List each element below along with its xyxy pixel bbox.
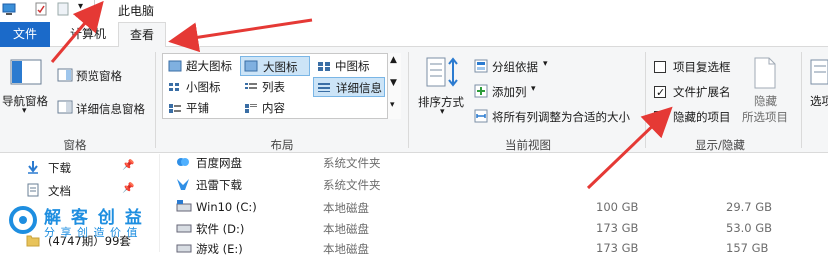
annotation-arrows — [50, 0, 673, 190]
annotation-arrow — [50, 0, 104, 63]
annotation-arrow — [586, 106, 673, 190]
annotation-arrow — [168, 18, 313, 53]
